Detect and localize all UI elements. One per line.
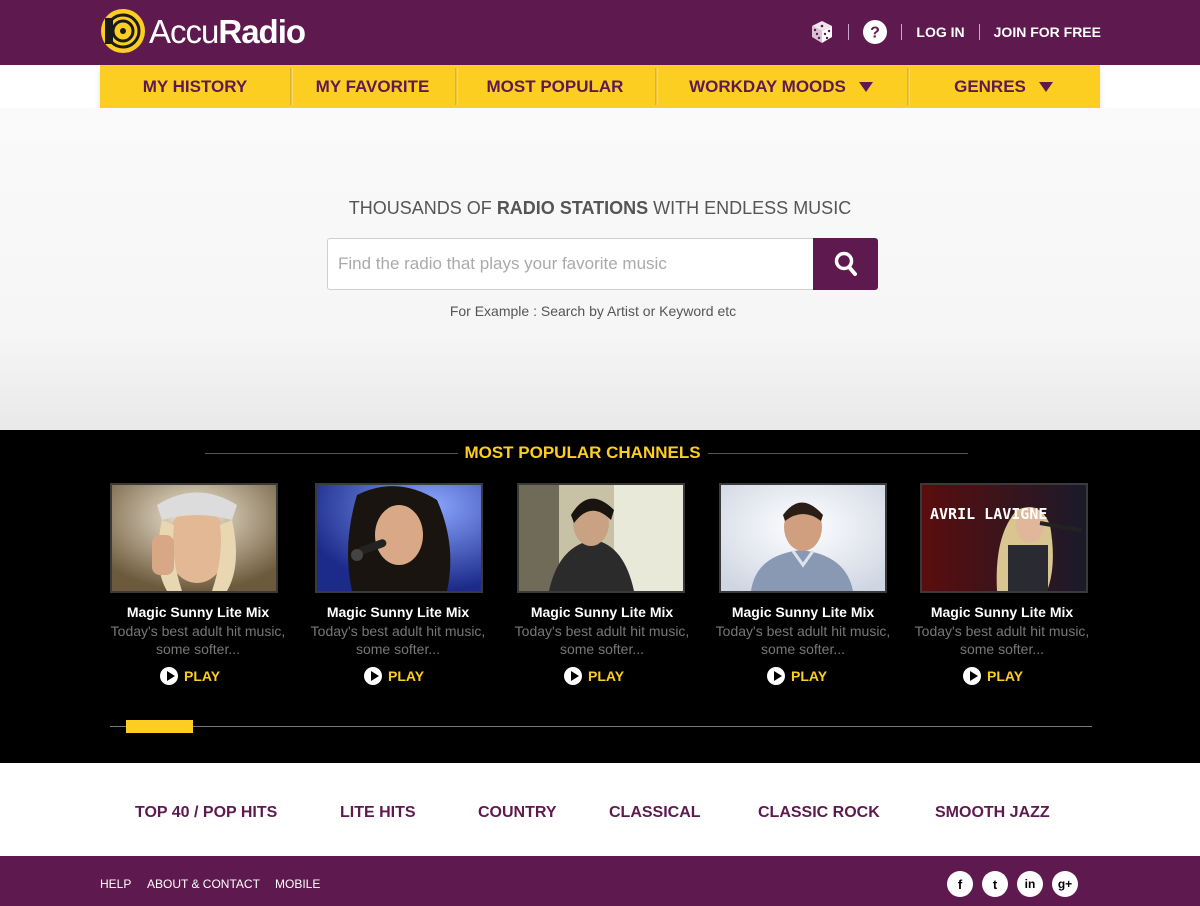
linkedin-icon[interactable]: in: [1017, 871, 1043, 897]
play-label: PLAY: [791, 668, 828, 684]
thumbnail-overlay-text: AVRIL LAVIGNE: [930, 505, 1047, 523]
play-button[interactable]: PLAY: [963, 666, 1023, 686]
dice-icon[interactable]: [810, 20, 834, 44]
nav-workday-moods[interactable]: WORKDAY MOODS: [655, 65, 907, 108]
search-button[interactable]: [813, 238, 878, 290]
twitter-icon[interactable]: t: [982, 871, 1008, 897]
channel-thumbnail[interactable]: [719, 483, 887, 593]
google-plus-icon[interactable]: g+: [1052, 871, 1078, 897]
tagline-post: WITH ENDLESS MUSIC: [653, 198, 852, 218]
search-input[interactable]: [327, 238, 813, 290]
help-icon[interactable]: ?: [863, 20, 888, 44]
section-title: MOST POPULAR CHANNELS: [464, 443, 701, 462]
channel-thumbnail[interactable]: [315, 483, 483, 593]
play-icon: [564, 667, 582, 685]
carousel-scrollbar-track[interactable]: [110, 726, 1092, 727]
hero-section: THOUSANDS OF RADIO STATIONS WITH ENDLESS…: [0, 108, 1200, 430]
footer-link-about-contact[interactable]: ABOUT & CONTACT: [147, 877, 260, 891]
footer-link-help[interactable]: HELP: [100, 877, 131, 891]
channel-title: Magic Sunny Lite Mix: [530, 604, 674, 620]
svg-text:?: ?: [871, 25, 881, 42]
channel-card: Magic Sunny Lite Mix Today's best adult …: [298, 483, 498, 693]
footer-link-mobile[interactable]: MOBILE: [275, 877, 320, 891]
play-label: PLAY: [588, 668, 625, 684]
search-box: [327, 238, 878, 290]
search-example-hint: For Example : Search by Artist or Keywor…: [449, 303, 737, 319]
play-icon: [364, 667, 382, 685]
nav-my-history[interactable]: MY HISTORY: [100, 65, 290, 108]
tagline-pre: THOUSANDS OF: [348, 198, 492, 218]
play-button[interactable]: PLAY: [767, 666, 827, 686]
play-icon: [963, 667, 981, 685]
accuradio-logo[interactable]: AccuRadio: [100, 8, 306, 54]
channel-description: Today's best adult hit music, some softe…: [110, 623, 286, 657]
caret-down-icon: [858, 81, 873, 92]
carousel-scrollbar-thumb[interactable]: [126, 720, 193, 733]
channel-description: Today's best adult hit music, some softe…: [310, 623, 486, 657]
genre-link-smooth-jazz[interactable]: SMOOTH JAZZ: [935, 804, 1050, 822]
top-header: AccuRadio ? LOG IN JOIN FOR FREE: [0, 0, 1200, 65]
channel-card: Magic Sunny Lite Mix Today's best adult …: [98, 483, 298, 693]
channel-card: Magic Sunny Lite Mix Today's best adult …: [703, 483, 903, 693]
genre-link-classic-rock[interactable]: CLASSIC ROCK: [758, 804, 880, 822]
genre-link-classical[interactable]: CLASSICAL: [609, 804, 701, 822]
channel-description: Today's best adult hit music, some softe…: [514, 623, 690, 657]
genre-link-top40-pop[interactable]: TOP 40 / POP HITS: [135, 804, 277, 822]
play-icon: [160, 667, 178, 685]
logo-word-bold: Radio: [218, 12, 306, 50]
nav-most-popular[interactable]: MOST POPULAR: [455, 65, 655, 108]
nav-label: MY HISTORY: [142, 76, 248, 96]
channel-title: Magic Sunny Lite Mix: [930, 604, 1074, 620]
channel-thumbnail[interactable]: [517, 483, 685, 593]
channel-thumbnail[interactable]: AVRIL LAVIGNE: [920, 483, 1088, 593]
nav-divider: [901, 24, 903, 40]
nav-divider: [978, 24, 980, 40]
nav-label: GENRES: [954, 76, 1026, 96]
nav-genres[interactable]: GENRES: [907, 65, 1100, 108]
genre-link-lite-hits[interactable]: LITE HITS: [340, 804, 416, 822]
genre-link-country[interactable]: COUNTRY: [478, 804, 557, 822]
play-label: PLAY: [388, 668, 425, 684]
tagline-bold: RADIO STATIONS: [496, 198, 649, 218]
nav-label: MY FAVORITE: [315, 76, 430, 96]
hero-tagline: THOUSANDS OF RADIO STATIONS WITH ENDLESS…: [0, 198, 1200, 219]
play-icon: [767, 667, 785, 685]
channel-title: Magic Sunny Lite Mix: [126, 604, 270, 620]
nav-label: MOST POPULAR: [486, 76, 624, 96]
search-icon: [834, 251, 857, 276]
logo-word-light: Accu: [149, 12, 219, 50]
genre-links-bar: TOP 40 / POP HITS LITE HITS COUNTRY CLAS…: [0, 763, 1200, 856]
channel-description: Today's best adult hit music, some softe…: [914, 623, 1090, 657]
play-button[interactable]: PLAY: [160, 666, 220, 686]
nav-label: WORKDAY MOODS: [689, 76, 846, 96]
nav-divider: [848, 24, 850, 40]
logo-mark-icon: [101, 9, 145, 53]
channel-title: Magic Sunny Lite Mix: [731, 604, 875, 620]
channel-card: Magic Sunny Lite Mix Today's best adult …: [502, 483, 702, 693]
play-label: PLAY: [987, 668, 1024, 684]
channel-carousel: Magic Sunny Lite Mix Today's best adult …: [100, 483, 1100, 693]
play-button[interactable]: PLAY: [564, 666, 624, 686]
popular-channels-section: MOST POPULAR CHANNELS Magic Sunny Lite M…: [0, 430, 1200, 763]
play-button[interactable]: PLAY: [364, 666, 424, 686]
join-link[interactable]: JOIN FOR FREE: [994, 24, 1101, 40]
nav-my-favorite[interactable]: MY FAVORITE: [290, 65, 455, 108]
channel-card: AVRIL LAVIGNE Magic Sunny Lite Mix Today…: [902, 483, 1102, 693]
channel-thumbnail[interactable]: [110, 483, 278, 593]
channel-title: Magic Sunny Lite Mix: [326, 604, 470, 620]
login-link[interactable]: LOG IN: [916, 24, 964, 40]
top-nav: ? LOG IN JOIN FOR FREE: [810, 18, 1101, 46]
facebook-icon[interactable]: f: [947, 871, 973, 897]
footer: HELP ABOUT & CONTACT MOBILE f t in g+: [0, 856, 1200, 906]
caret-down-icon: [1038, 81, 1053, 92]
channel-description: Today's best adult hit music, some softe…: [715, 623, 891, 657]
main-nav: MY HISTORY MY FAVORITE MOST POPULAR WORK…: [100, 65, 1100, 108]
logo-wordmark: AccuRadio: [149, 12, 306, 50]
play-label: PLAY: [184, 668, 221, 684]
